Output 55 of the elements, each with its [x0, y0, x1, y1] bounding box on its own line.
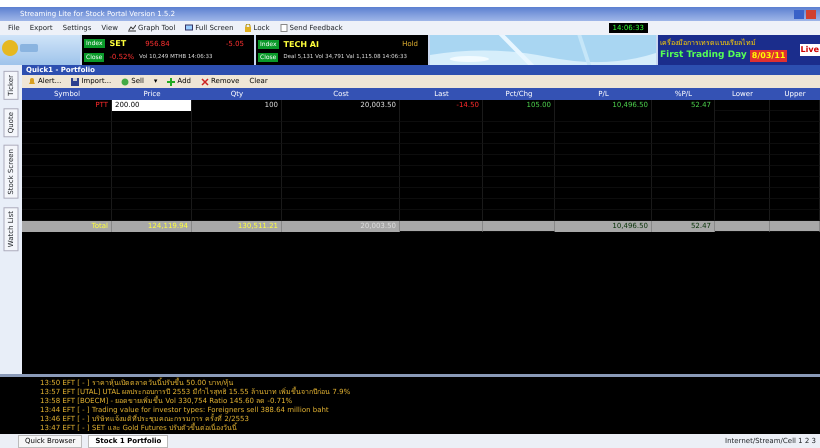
- table-cell: [770, 199, 820, 210]
- banner-title: First Trading Day: [660, 49, 747, 62]
- table-cell: [715, 100, 770, 111]
- table-cell: [715, 133, 770, 144]
- table-cell: [770, 100, 820, 111]
- table-cell: [483, 122, 555, 133]
- table-cell: [770, 155, 820, 166]
- monitor-icon: [185, 24, 194, 32]
- lock-icon: [244, 24, 252, 32]
- table-cell: [652, 188, 715, 199]
- table-cell: [770, 166, 820, 177]
- index-name: SET: [110, 38, 126, 50]
- table-cell: [652, 177, 715, 188]
- table-cell: [652, 133, 715, 144]
- table-cell: [652, 144, 715, 155]
- table-cell: [770, 111, 820, 122]
- graph-icon: [128, 24, 136, 32]
- table-cell: [715, 111, 770, 122]
- live-tag: Live: [800, 44, 820, 56]
- table-cell: [715, 188, 770, 199]
- table-cell: [652, 111, 715, 122]
- table-cell: [483, 111, 555, 122]
- table-cell: [770, 177, 820, 188]
- coin-icon: [121, 78, 130, 86]
- table-cell: [770, 133, 820, 144]
- table-cell: [483, 144, 555, 155]
- table-cell: [652, 122, 715, 133]
- table-cell: [483, 166, 555, 177]
- table-cell: [715, 177, 770, 188]
- table-cell: [715, 199, 770, 210]
- index-name: TECH AI: [284, 38, 319, 50]
- banner-date: 8/03/11: [750, 50, 788, 62]
- table-cell: [652, 166, 715, 177]
- table-cell: [770, 221, 820, 232]
- add-icon: [167, 78, 176, 86]
- table-cell: [652, 155, 715, 166]
- table-cell: [770, 122, 820, 133]
- table-cell: [715, 155, 770, 166]
- table-cell: [483, 133, 555, 144]
- window-controls-icon[interactable]: [794, 10, 816, 18]
- table-cell: [652, 199, 715, 210]
- delete-icon: [200, 78, 209, 86]
- table-cell: [715, 144, 770, 155]
- table-cell: [483, 199, 555, 210]
- table-cell: [483, 188, 555, 199]
- table-cell: [715, 221, 770, 232]
- table-cell: [770, 188, 820, 199]
- table-cell: [715, 166, 770, 177]
- document-icon: [280, 24, 288, 32]
- bell-icon: [28, 78, 36, 86]
- table-cell: [770, 144, 820, 155]
- table-cell: [715, 122, 770, 133]
- table-cell: [483, 177, 555, 188]
- table-cell: [483, 221, 555, 232]
- table-cell: [483, 155, 555, 166]
